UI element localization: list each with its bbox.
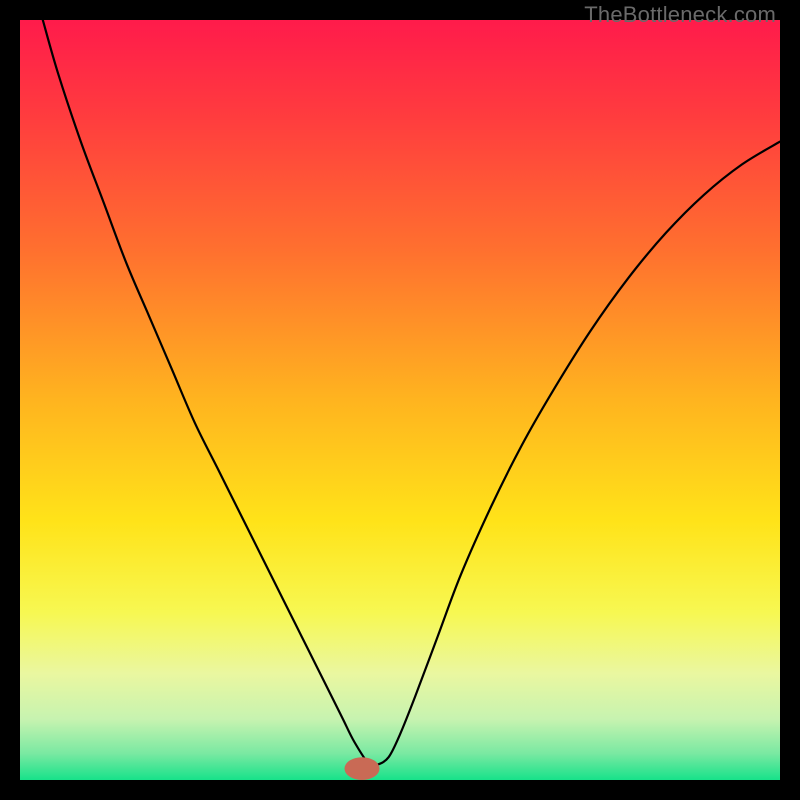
chart-frame [20, 20, 780, 780]
chart-background [20, 20, 780, 780]
optimum-marker [345, 757, 380, 780]
bottleneck-chart [20, 20, 780, 780]
watermark-text: TheBottleneck.com [584, 2, 776, 28]
